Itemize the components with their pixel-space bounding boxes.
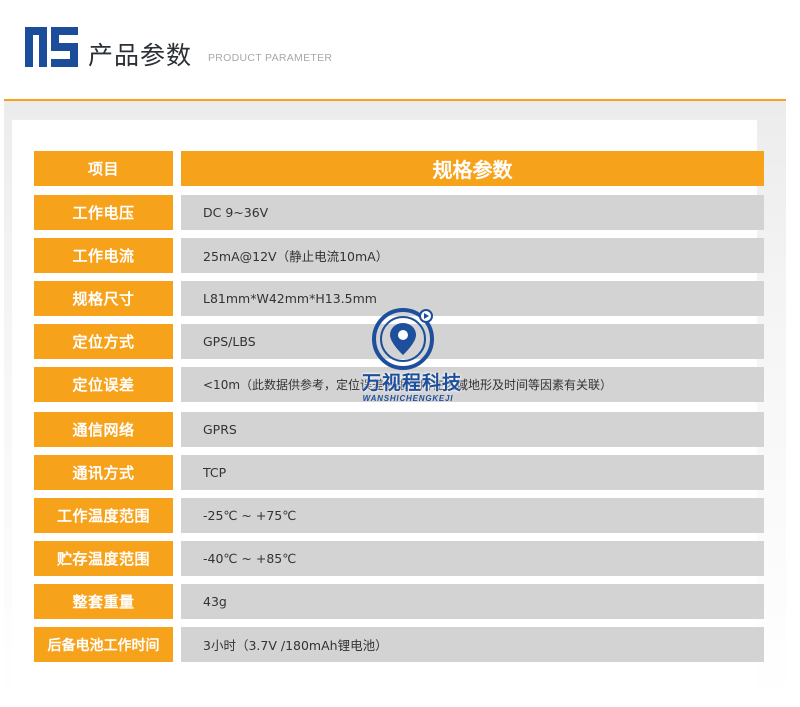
row-value: TCP [181,455,764,490]
row-value: -40℃ ~ +85℃ [181,541,764,576]
row-value: 3小时（3.7V /180mAh锂电池） [181,627,764,662]
row-label: 工作电流 [34,238,173,273]
watermark-text-en: WANSHICHENGKEJI [362,394,454,403]
header-item-cell: 项目 [34,151,173,186]
row-value: 25mA@12V（静止电流10mA） [181,238,764,273]
row-value: 43g [181,584,764,619]
row-value: GPRS [181,412,764,447]
page-title: 产品参数 [88,41,193,70]
brand-logo [25,27,78,67]
page-subtitle: PRODUCT PARAMETER [208,52,333,64]
page-header: 产品参数 PRODUCT PARAMETER [0,0,800,100]
row-label: 定位方式 [34,324,173,359]
row-label: 通信网络 [34,412,173,447]
row-value: DC 9~36V [181,195,764,230]
location-pin-icon [372,308,434,370]
row-label: 定位误差 [34,367,173,402]
row-label: 规格尺寸 [34,281,173,316]
watermark-text-cn: 万视程科技 [361,372,462,394]
header-spec-cell: 规格参数 [181,151,764,186]
row-value: -25℃ ~ +75℃ [181,498,764,533]
row-label: 贮存温度范围 [34,541,173,576]
table-row: 后备电池工作时间 3小时（3.7V /180mAh锂电池） [34,627,764,662]
row-label: 通讯方式 [34,455,173,490]
watermark-logo: 万视程科技 WANSHICHENGKEJI [352,305,472,415]
row-value: GPS/LBS [181,324,764,359]
table-row: 工作电流 25mA@12V（静止电流10mA） [34,238,764,273]
table-row: 工作温度范围 -25℃ ~ +75℃ [34,498,764,533]
row-label: 工作温度范围 [34,498,173,533]
row-value: L81mm*W42mm*H13.5mm [181,281,764,316]
table-row: 工作电压 DC 9~36V [34,195,764,230]
table-row: 贮存温度范围 -40℃ ~ +85℃ [34,541,764,576]
table-header-row: 项目 规格参数 [34,151,764,186]
table-row: 通信网络 GPRS [34,412,764,447]
row-label: 工作电压 [34,195,173,230]
row-value: <10m（此数据供参考，定位误差会根据所在区域地形及时间等因素有关联） [181,367,764,402]
row-label: 后备电池工作时间 [34,627,173,662]
table-row: 通讯方式 TCP [34,455,764,490]
row-label: 整套重量 [34,584,173,619]
table-row: 整套重量 43g [34,584,764,619]
